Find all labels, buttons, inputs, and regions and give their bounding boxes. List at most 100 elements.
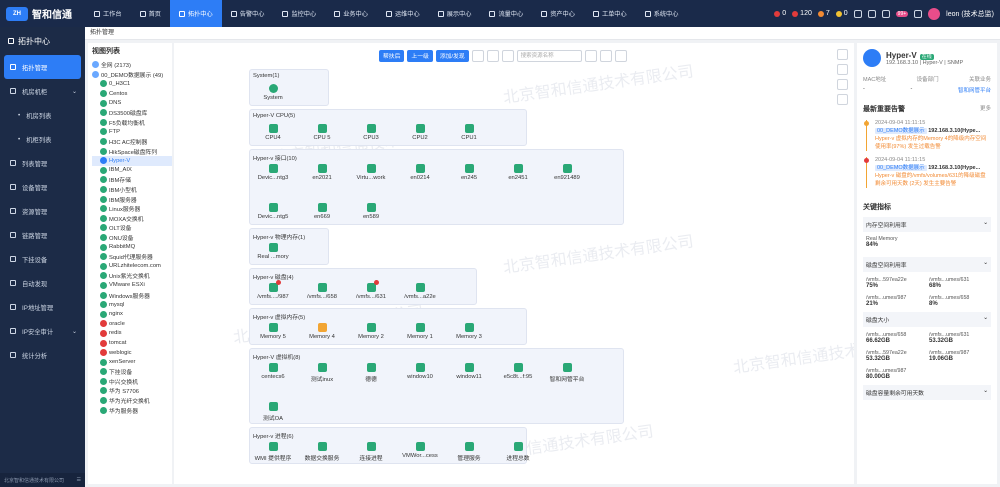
logo[interactable]: ZH 智和信通	[0, 6, 85, 21]
sidebar-item[interactable]: 链路管理	[0, 223, 85, 247]
help-button[interactable]: 帮扶后	[379, 49, 405, 62]
topology-group[interactable]: Hyper-v 虚拟内存(5) Memory 5 Memory 4 Memory 2 M…	[249, 308, 527, 345]
tree-node[interactable]: IBM服务器	[92, 194, 172, 204]
topology-node[interactable]: WMI 提供程序	[252, 442, 294, 462]
tree-node[interactable]: 华为服务器	[92, 405, 172, 415]
topology-node[interactable]: CPU1	[448, 124, 490, 141]
tree-node[interactable]: IBM_AIX	[92, 166, 172, 176]
kpi-size-box[interactable]: 磁盘大小 ⌄	[863, 312, 991, 327]
top-menu-item[interactable]: 工单中心	[584, 0, 636, 27]
sidebar-item[interactable]: • 机柜列表	[0, 127, 85, 151]
breadcrumb-item[interactable]: 拓扑管理	[90, 30, 114, 36]
alarm-item[interactable]: 2024-09-04 11:11:15 00_DEMO数据展示 192.168.3…	[864, 120, 991, 151]
topology-node[interactable]: 进程总数	[497, 442, 539, 462]
topology-node[interactable]: Memory 2	[350, 323, 392, 340]
sidebar-item[interactable]: 设备管理	[0, 175, 85, 199]
search-input[interactable]: 搜索资源名称	[516, 49, 582, 62]
sidebar-item[interactable]: 自动发现	[0, 271, 85, 295]
topology-node[interactable]: Memory 3	[448, 323, 490, 340]
mail-icon[interactable]	[867, 9, 876, 18]
topology-node[interactable]: Memory 1	[399, 323, 441, 340]
topology-node[interactable]: e5c8t...f:95	[497, 363, 539, 380]
alarm-item[interactable]: 2024-09-04 11:11:15 00_DEMO数据展示 192.168.3…	[864, 157, 991, 188]
kpi-mem-box[interactable]: 内存空间利用率 ⌄	[863, 217, 991, 232]
top-menu-item[interactable]: 资产中心	[532, 0, 584, 27]
topology-node[interactable]: Devic...ntg5	[252, 203, 294, 220]
user-name[interactable]: leon (技术总监)	[946, 9, 994, 19]
topology-node[interactable]: 连接进程	[350, 442, 392, 462]
layout-icon[interactable]	[584, 49, 597, 62]
tree-node[interactable]: RabbitMQ	[92, 242, 172, 252]
tree-node[interactable]: MOXA交换机	[92, 214, 172, 224]
tree-node[interactable]: Hyper-V	[92, 155, 172, 166]
topology-node[interactable]: Virtu...work	[350, 164, 392, 181]
top-menu-item[interactable]: 拓扑中心	[169, 0, 222, 27]
topology-node[interactable]: /vmfs.../631	[350, 280, 392, 300]
top-menu-item[interactable]: 告警中心	[222, 0, 274, 27]
topology-node[interactable]: CPU2	[399, 124, 441, 141]
topology-node[interactable]: en245	[448, 164, 490, 181]
topology-node[interactable]: CPU 5	[301, 124, 343, 141]
tree-node[interactable]: Windows服务器	[92, 290, 172, 300]
topology-node[interactable]: VMWor...cess	[399, 442, 441, 459]
topology-group[interactable]: Hyper-V CPU(5) CPU4 CPU 5 CPU3 CPU2 CPU1	[249, 109, 527, 146]
tree-node[interactable]: nginx	[92, 309, 172, 319]
refresh-icon[interactable]	[471, 49, 484, 62]
topology-node[interactable]: en2451	[497, 164, 539, 181]
tree-node[interactable]: FTP	[92, 127, 172, 137]
topology-node[interactable]: en0214	[399, 164, 441, 181]
tree-node[interactable]: oracle	[92, 319, 172, 329]
settings-icon[interactable]	[614, 49, 627, 62]
sidebar-item[interactable]: 机房机柜 ⌄	[0, 79, 85, 103]
topology-node[interactable]: centecs6	[252, 363, 294, 380]
top-menu-item[interactable]: 展示中心	[429, 0, 481, 27]
tree-node[interactable]: VMware ESXi	[92, 281, 172, 291]
topology-node[interactable]: Memory 4	[301, 323, 343, 340]
topology-node[interactable]: CPU4	[252, 124, 294, 141]
alarm-count[interactable]: 0	[774, 10, 786, 17]
tree-node[interactable]: DS3500磁盘库	[92, 108, 172, 118]
tree-node[interactable]: mysql	[92, 300, 172, 310]
topology-group[interactable]: Hyper-v 接口(10) Devic...ntg3 en2021 Virtu...…	[249, 149, 624, 225]
kpi-days-box[interactable]: 磁盘容量剩余可用天数 ⌄	[863, 385, 991, 400]
tree-node[interactable]: 下挂设备	[92, 367, 172, 377]
tree-node[interactable]: DNS	[92, 98, 172, 108]
top-menu-item[interactable]: 运维中心	[377, 0, 429, 27]
tree-node[interactable]: HikSpace磁盘阵列	[92, 146, 172, 156]
topology-node[interactable]: 德德	[350, 363, 392, 383]
topology-canvas[interactable]: 北京智和信通技术有限公司 北京智和信通技术有限公司 北京智和信通技术有限公司 北京智和…	[174, 43, 854, 484]
tree-node[interactable]: xenServer	[92, 357, 172, 367]
tree-node[interactable]: 0_H3C1	[92, 79, 172, 89]
topology-node[interactable]: 测试OA	[252, 402, 294, 422]
topology-group[interactable]: Hyper-v 进程(6) WMI 提供程序 数据交换服务 连接进程 VMWor...c…	[249, 427, 530, 464]
tree-node[interactable]: redis	[92, 329, 172, 339]
fullscreen-icon[interactable]	[914, 9, 923, 18]
alarm-count[interactable]: 0	[835, 10, 848, 17]
up-level-button[interactable]: 上一级	[407, 49, 433, 62]
top-menu-item[interactable]: 系统中心	[636, 0, 688, 27]
tree-node[interactable]: IBM小型机	[92, 185, 172, 195]
tree-node[interactable]: OLT设备	[92, 223, 172, 233]
top-menu-item[interactable]: 业务中心	[325, 0, 377, 27]
topology-node[interactable]: en589	[350, 203, 392, 220]
tree-node[interactable]: URLzhitelecom.com	[92, 261, 172, 271]
zoom-out-icon[interactable]	[837, 64, 848, 75]
add-discover-button[interactable]: 添加/发现	[435, 49, 469, 62]
kpi-disk-box[interactable]: 磁盘空间利用率 ⌄	[863, 257, 991, 272]
top-menu-item[interactable]: 流量中心	[480, 0, 532, 27]
copy-icon[interactable]	[599, 49, 612, 62]
topology-node[interactable]: window10	[399, 363, 441, 380]
top-menu-item[interactable]: 监控中心	[273, 0, 325, 27]
menu-icon[interactable]: ☰	[77, 477, 81, 483]
topology-node[interactable]: 数据交换服务	[301, 442, 343, 462]
alarm-count[interactable]: 7	[817, 10, 830, 17]
tree-node[interactable]: Centos	[92, 89, 172, 99]
alarm-count[interactable]: 120	[792, 10, 812, 17]
topology-group[interactable]: Hyper-v 磁盘(4) /vmfs..../987/vmfs.../658/v…	[249, 268, 477, 305]
shirt-icon[interactable]	[853, 9, 862, 18]
topology-node[interactable]: window11	[448, 363, 490, 380]
tree-node[interactable]: H3C AC控制器	[92, 137, 172, 147]
bell-icon[interactable]	[881, 9, 890, 18]
topology-node[interactable]: System	[252, 84, 294, 101]
tree-node[interactable]: ONU设备	[92, 233, 172, 243]
